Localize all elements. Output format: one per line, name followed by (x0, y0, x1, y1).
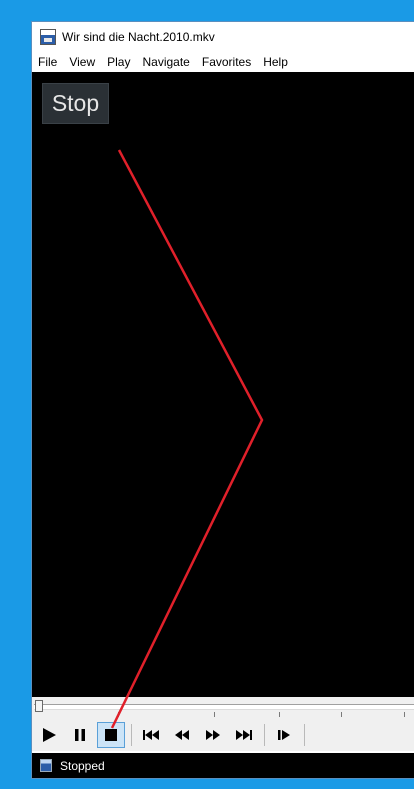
menu-navigate[interactable]: Navigate (136, 55, 195, 69)
rewind-icon (175, 730, 189, 740)
seek-tick (404, 712, 405, 717)
seek-thumb[interactable] (35, 700, 43, 712)
video-area[interactable]: Stop (32, 72, 414, 697)
stop-button[interactable] (97, 722, 125, 748)
menu-view[interactable]: View (63, 55, 101, 69)
seek-bar[interactable] (32, 697, 414, 719)
fast-forward-button[interactable] (199, 722, 227, 748)
playback-toolbar (32, 719, 414, 751)
pause-button[interactable] (66, 722, 94, 748)
toolbar-separator (264, 724, 265, 746)
menu-favorites[interactable]: Favorites (196, 55, 257, 69)
status-icon (40, 759, 52, 772)
menu-play[interactable]: Play (101, 55, 136, 69)
seek-tick (118, 712, 119, 717)
rewind-button[interactable] (168, 722, 196, 748)
seek-tick (279, 712, 280, 717)
frame-step-icon (278, 730, 290, 740)
fast-forward-icon (206, 730, 220, 740)
pause-icon (75, 729, 85, 741)
play-button[interactable] (35, 722, 63, 748)
player-window: Wir sind die Nacht.2010.mkv File View Pl… (32, 22, 414, 778)
stop-icon (105, 729, 117, 741)
seek-tick (341, 712, 342, 717)
menu-help[interactable]: Help (257, 55, 294, 69)
frame-step-button[interactable] (270, 722, 298, 748)
toolbar-separator (131, 724, 132, 746)
play-icon (43, 728, 56, 742)
title-bar: Wir sind die Nacht.2010.mkv (32, 22, 414, 52)
osd-message: Stop (42, 83, 109, 124)
skip-previous-icon (143, 730, 159, 740)
skip-next-icon (236, 730, 252, 740)
window-title: Wir sind die Nacht.2010.mkv (62, 30, 215, 44)
seek-tick (214, 712, 215, 717)
seek-track[interactable] (34, 704, 414, 710)
toolbar-separator (304, 724, 305, 746)
status-text: Stopped (60, 758, 105, 773)
menu-bar: File View Play Navigate Favorites Help (32, 52, 414, 72)
app-icon (40, 29, 56, 45)
status-bar: Stopped (32, 753, 414, 778)
skip-next-button[interactable] (230, 722, 258, 748)
skip-previous-button[interactable] (137, 722, 165, 748)
menu-file[interactable]: File (32, 55, 63, 69)
